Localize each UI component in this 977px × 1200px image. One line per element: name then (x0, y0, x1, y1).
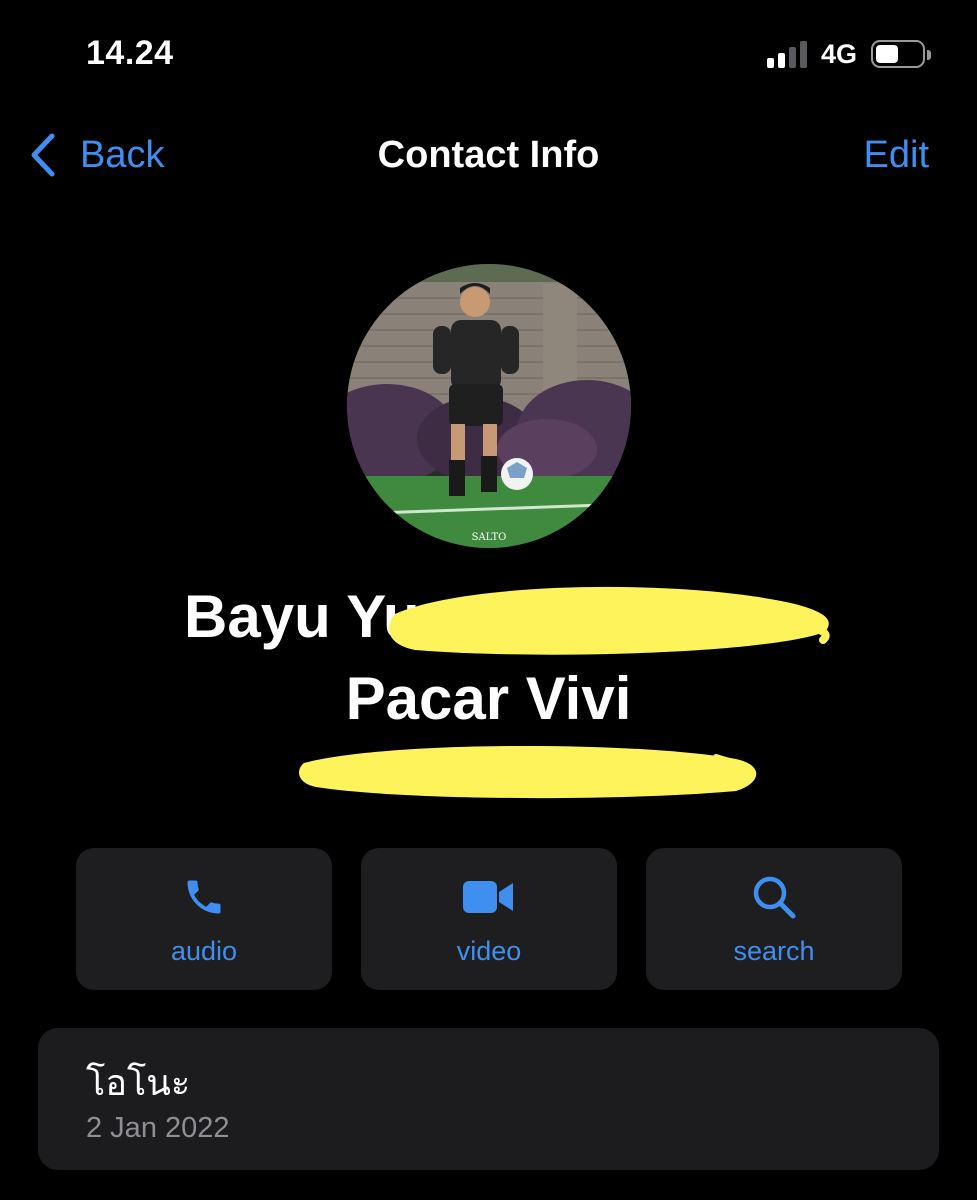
contact-name: Bayu Yu (184, 583, 420, 650)
signal-strength-icon (766, 40, 807, 68)
video-label: video (456, 936, 522, 966)
avatar[interactable]: SALTO (347, 264, 631, 548)
search-button[interactable]: search (646, 848, 902, 990)
redaction-scribble-subtitle (299, 745, 757, 799)
status-indicators: 4G (766, 38, 931, 70)
about-card[interactable]: โอโนะ 2 Jan 2022 (38, 1028, 939, 1170)
search-label: search (733, 936, 815, 966)
network-type: 4G (820, 38, 857, 69)
edit-button[interactable]: Edit (864, 134, 929, 177)
about-date: 2 Jan 2022 (86, 1112, 230, 1144)
battery-icon (871, 40, 931, 68)
audio-label: audio (170, 936, 238, 966)
action-buttons: audio video search (76, 848, 902, 990)
page-title: Contact Info (377, 134, 600, 176)
audio-call-button[interactable]: audio (76, 848, 332, 990)
video-camera-icon (461, 874, 517, 920)
contact-name-line2: Pacar Vivi (345, 665, 632, 732)
phone-icon (182, 874, 226, 920)
about-text: โอโนะ (86, 1063, 191, 1104)
video-call-button[interactable]: video (361, 848, 617, 990)
redaction-scribble-name (389, 586, 830, 655)
status-time: 14.24 (86, 34, 174, 72)
magnifier-icon (751, 874, 797, 920)
avatar-watermark: SALTO (472, 532, 507, 543)
